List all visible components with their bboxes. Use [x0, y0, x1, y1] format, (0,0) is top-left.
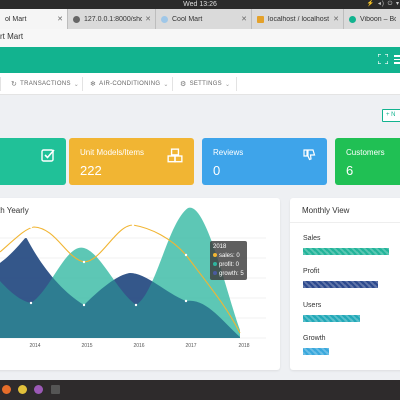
app-icon[interactable]: [34, 385, 43, 394]
data-point: [24, 235, 28, 239]
stat-card-1[interactable]: [0, 138, 66, 185]
data-point: [134, 303, 138, 307]
app-header: rt Mart: [0, 29, 400, 47]
progress-fill: [303, 315, 360, 322]
progress-bar-users: [303, 315, 389, 322]
x-tick-label: 2016: [133, 343, 144, 349]
x-tick-label: 2018: [238, 343, 249, 349]
card-value: 0: [213, 163, 221, 178]
fullscreen-icon[interactable]: [378, 54, 388, 64]
chart-tooltip: 2018 sales: 0 profit: 0 growth: 5: [210, 241, 247, 280]
card-title: Customers: [346, 148, 385, 157]
system-top-bar: Wed 13:26 ⚡ ◂) ⏻ ▾: [0, 0, 400, 9]
area-chart: 2014 2015 2016 2017 2018: [0, 207, 266, 349]
site-icon: [349, 15, 356, 23]
terminal-icon[interactable]: [51, 385, 60, 394]
monthly-view-panel: Monthly View Sales Profit Users Growth: [290, 198, 400, 370]
close-tab-icon[interactable]: ✕: [333, 15, 339, 23]
tab-label: ol Mart: [5, 15, 27, 23]
tab-label: Cool Mart: [172, 15, 203, 23]
yearly-chart-panel: th Yearly 2014 2015 2016 2017 2018 2018 sale…: [0, 198, 280, 370]
clock[interactable]: Wed 13:26: [183, 1, 217, 8]
phpmyadmin-icon: [257, 15, 264, 23]
stat-card-reviews[interactable]: Reviews 0: [202, 138, 327, 185]
panel-title: Monthly View: [302, 206, 350, 215]
progress-fill: [303, 248, 389, 255]
monthly-label-profit: Profit: [303, 268, 320, 275]
nav-item-transactions[interactable]: ↻ TRANSACTIONS ⌄: [11, 73, 79, 95]
monthly-label-growth: Growth: [303, 335, 326, 342]
desktop-dock: [0, 380, 400, 400]
tab-label: 127.0.0.1:8000/show: [84, 15, 142, 23]
new-button[interactable]: + N: [382, 109, 400, 122]
system-tray[interactable]: ⚡ ◂) ⏻ ▾: [367, 0, 400, 9]
data-point: [131, 223, 135, 227]
data-point: [82, 303, 86, 307]
card-title: Reviews: [213, 148, 244, 157]
chrome-icon[interactable]: [18, 385, 27, 394]
nav-label: TRANSACTIONS: [20, 81, 71, 87]
stat-card-customers[interactable]: Customers 6: [335, 138, 400, 185]
close-tab-icon[interactable]: ✕: [57, 15, 63, 23]
thumbs-down-icon: [303, 149, 316, 161]
nav-label: SETTINGS: [189, 81, 222, 87]
snowflake-icon: ❄: [90, 81, 97, 88]
card-value: 6: [346, 163, 354, 178]
browser-tab-1[interactable]: ol Mart ✕: [0, 9, 68, 29]
gear-icon: ⚙: [180, 81, 187, 88]
chevron-down-icon: ⌄: [163, 81, 169, 88]
x-tick-label: 2014: [29, 343, 40, 349]
stat-card-unit-models[interactable]: Unit Models/Items 222: [69, 138, 194, 185]
main-nav: ↻ TRANSACTIONS ⌄ ❄ AIR-CONDITIONING ⌄ ⚙ …: [0, 73, 400, 95]
close-tab-icon[interactable]: ✕: [145, 15, 151, 23]
tooltip-row-profit: profit: 0: [213, 261, 244, 270]
app-title: rt Mart: [0, 32, 24, 41]
x-tick-label: 2015: [81, 343, 92, 349]
chevron-down-icon: ⌄: [73, 81, 80, 88]
browser-tab-5[interactable]: Viboon – Boo: [344, 9, 400, 29]
data-point: [29, 225, 33, 229]
progress-fill: [303, 348, 329, 355]
firefox-icon[interactable]: [2, 385, 11, 394]
tooltip-text: profit: 0: [219, 262, 240, 268]
checkbox-icon: [41, 149, 55, 162]
top-navbar: [0, 47, 400, 73]
nav-item-air-conditioning[interactable]: ❄ AIR-CONDITIONING ⌄: [90, 73, 169, 95]
progress-bar-profit: [303, 281, 389, 288]
site-icon: [161, 15, 168, 23]
menu-icon[interactable]: [394, 55, 400, 64]
nav-item-settings[interactable]: ⚙ SETTINGS ⌄: [180, 73, 230, 95]
progress-fill: [303, 281, 378, 288]
data-point: [29, 301, 33, 305]
monthly-label-users: Users: [303, 302, 322, 309]
browser-tab-3[interactable]: Cool Mart ✕: [156, 9, 252, 29]
progress-bar-sales: [303, 248, 389, 255]
nav-label: AIR-CONDITIONING: [99, 81, 161, 87]
tooltip-text: growth: 5: [219, 271, 244, 277]
globe-icon: [73, 15, 80, 23]
close-tab-icon[interactable]: ✕: [241, 15, 247, 23]
tooltip-text: sales: 0: [219, 253, 240, 259]
browser-tab-4[interactable]: localhost / localhost ✕: [252, 9, 344, 29]
x-tick-label: 2017: [185, 343, 196, 349]
chevron-down-icon: ⌄: [224, 81, 231, 88]
card-title: Unit Models/Items: [80, 148, 145, 157]
data-point: [184, 299, 188, 303]
monthly-label-sales: Sales: [303, 235, 321, 242]
data-point: [184, 253, 188, 257]
cubes-icon: [167, 148, 183, 163]
tooltip-row-growth: growth: 5: [213, 270, 244, 279]
tooltip-row-sales: sales: 0: [213, 252, 244, 261]
tooltip-year: 2018: [213, 244, 227, 250]
progress-bar-growth: [303, 348, 389, 355]
tab-label: Viboon – Boo: [360, 15, 396, 23]
refresh-icon: ↻: [11, 81, 18, 88]
card-value: 222: [80, 163, 102, 178]
browser-tab-2[interactable]: 127.0.0.1:8000/show ✕: [68, 9, 156, 29]
browser-tab-strip: ol Mart ✕ 127.0.0.1:8000/show ✕ Cool Mar…: [0, 9, 400, 29]
data-point: [82, 260, 86, 264]
tab-label: localhost / localhost: [268, 15, 330, 23]
